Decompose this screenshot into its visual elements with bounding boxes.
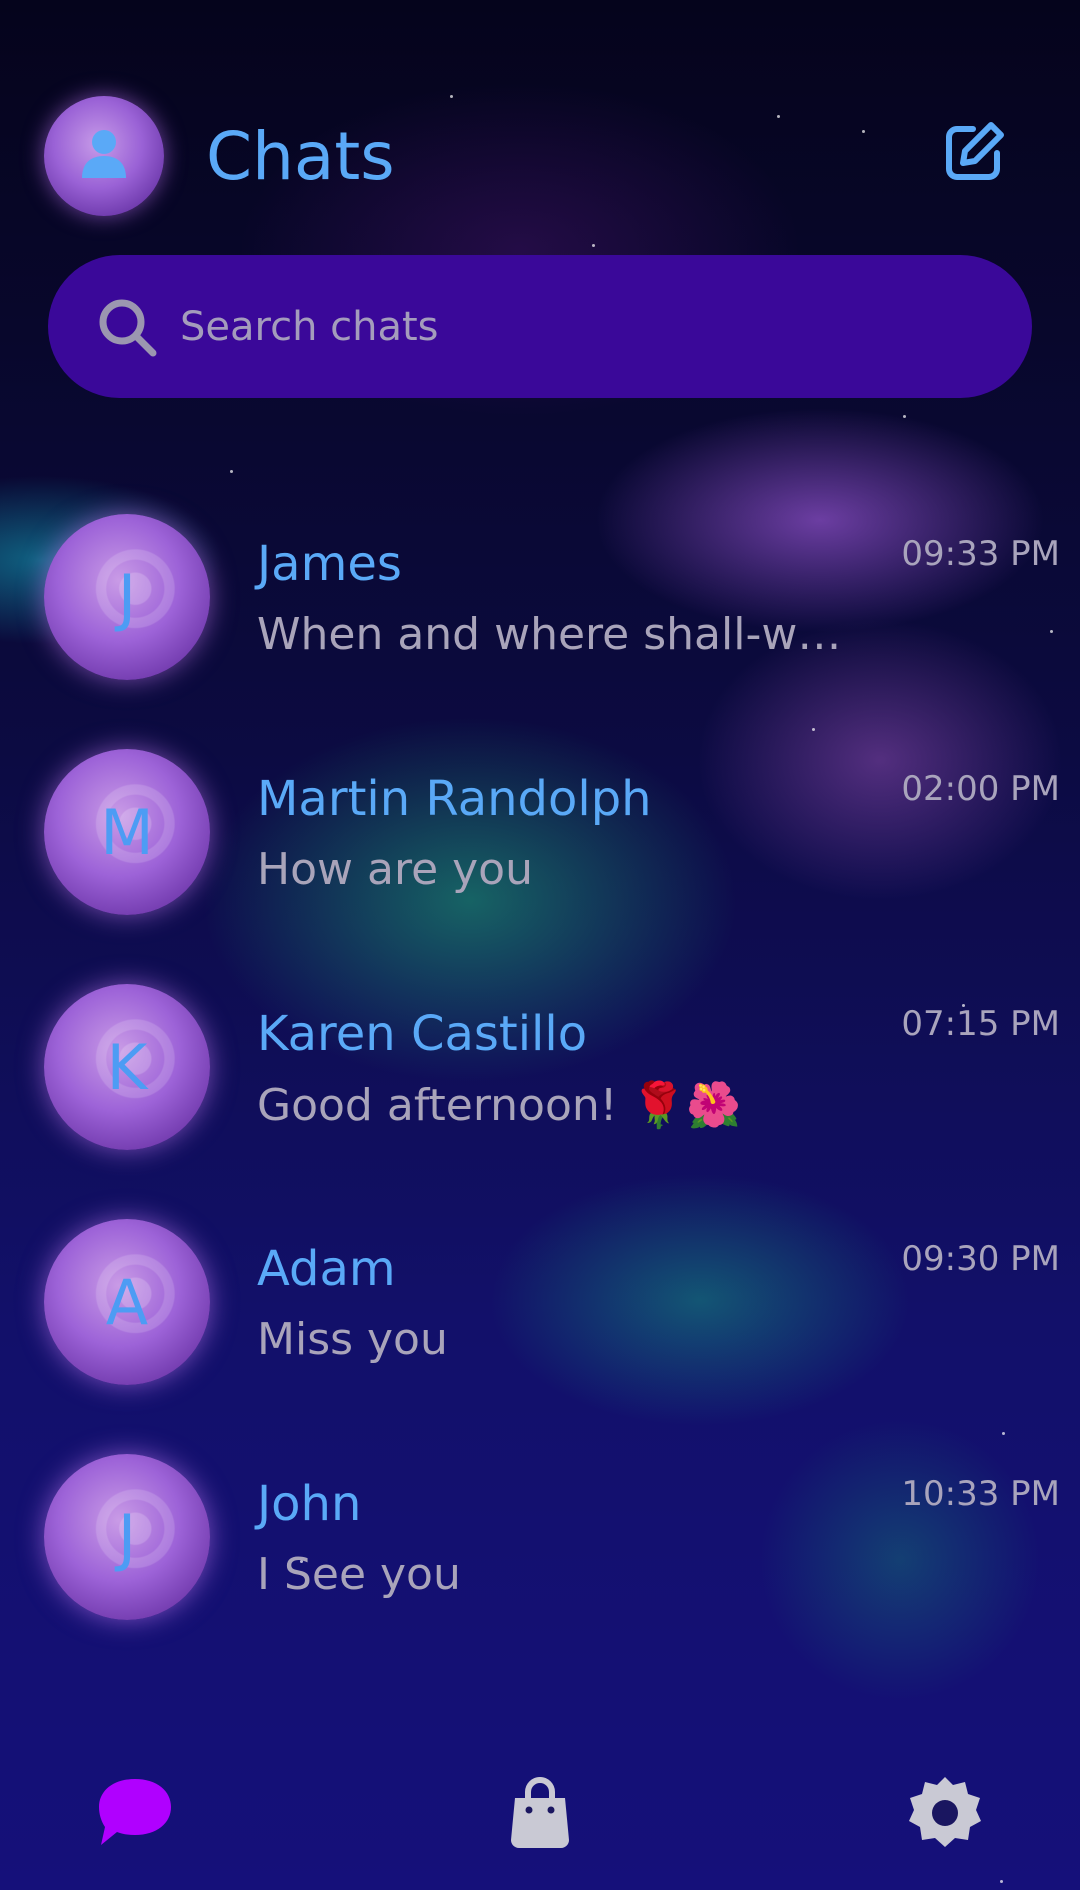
chat-bubble-icon (95, 1775, 175, 1855)
shopping-bag-icon (507, 1776, 573, 1854)
page-title: Chats (206, 118, 395, 195)
nav-chats-tab[interactable] (80, 1760, 190, 1870)
profile-avatar-button[interactable] (44, 96, 164, 216)
chat-list-item[interactable]: M Martin Randolph 02:00 PM How are you (0, 749, 1080, 949)
chat-list-item[interactable]: J John 10:33 PM I See you (0, 1454, 1080, 1654)
chat-list-item[interactable]: J James 09:33 PM When and where shall-we… (0, 514, 1080, 714)
contact-name: Karen Castillo (257, 1006, 588, 1062)
message-preview: I See you (257, 1549, 461, 1600)
search-bar[interactable] (48, 255, 1032, 398)
search-input[interactable] (178, 285, 982, 368)
avatar-initial: M (100, 795, 154, 869)
person-icon (80, 128, 128, 184)
avatar: J (44, 514, 210, 680)
nav-settings-tab[interactable] (890, 1760, 1000, 1870)
message-time: 09:33 PM (901, 534, 1060, 574)
settings-gear-icon (907, 1775, 983, 1855)
bottom-navigation (0, 1740, 1080, 1890)
compose-button[interactable] (940, 118, 1010, 188)
avatar: M (44, 749, 210, 915)
avatar-initial: A (105, 1265, 149, 1339)
avatar-initial: J (117, 1500, 137, 1574)
contact-name: Martin Randolph (257, 771, 652, 827)
chat-list-item[interactable]: K Karen Castillo 07:15 PM Good afternoon… (0, 984, 1080, 1184)
message-preview: When and where shall-we... (257, 609, 857, 660)
avatar: J (44, 1454, 210, 1620)
message-preview: Good afternoon! 🌹🌺 (257, 1080, 741, 1131)
chat-list-item[interactable]: A Adam 09:30 PM Miss you (0, 1219, 1080, 1419)
message-time: 09:30 PM (901, 1239, 1060, 1279)
message-time: 02:00 PM (901, 769, 1060, 809)
contact-name: Adam (257, 1241, 396, 1297)
nav-shop-tab[interactable] (485, 1760, 595, 1870)
message-time: 07:15 PM (901, 1004, 1060, 1044)
message-time: 10:33 PM (901, 1474, 1060, 1514)
contact-name: John (257, 1476, 362, 1532)
edit-icon (943, 119, 1007, 187)
search-icon (94, 294, 160, 360)
app-header: Chats (0, 0, 1080, 240)
avatar-initial: K (106, 1030, 148, 1104)
avatar-initial: J (117, 560, 137, 634)
contact-name: James (257, 536, 402, 592)
message-preview: How are you (257, 844, 533, 895)
avatar: A (44, 1219, 210, 1385)
message-preview: Miss you (257, 1314, 448, 1365)
avatar: K (44, 984, 210, 1150)
